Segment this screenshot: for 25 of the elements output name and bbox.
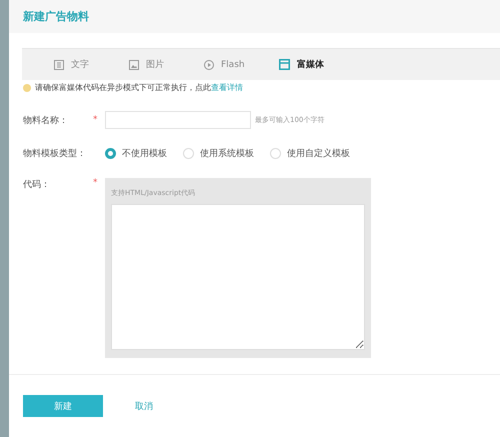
- field-label: 物料名称：: [23, 114, 69, 126]
- create-button[interactable]: 新建: [23, 395, 103, 417]
- tab[interactable]: 富媒体: [279, 58, 324, 71]
- image-icon: [129, 60, 139, 70]
- text-icon: [54, 60, 64, 70]
- field-label: 代码：: [23, 179, 51, 191]
- tab[interactable]: 文字: [54, 58, 99, 71]
- radio-button[interactable]: [105, 148, 116, 159]
- radio-option[interactable]: 使用系统模板: [183, 147, 254, 160]
- details-link[interactable]: 查看详情: [211, 83, 243, 92]
- radio-option[interactable]: 不使用模板: [105, 147, 167, 160]
- required-mark: *: [93, 178, 98, 188]
- play-icon: [204, 60, 214, 70]
- notice-text: 请确保富媒体代码在异步模式下可正常执行，点此查看详情: [35, 82, 243, 93]
- field-label: 物料模板类型：: [23, 148, 87, 160]
- tab[interactable]: Flash: [204, 60, 249, 70]
- cancel-button[interactable]: 取消: [135, 400, 153, 412]
- name-input[interactable]: [105, 111, 251, 129]
- code-textarea[interactable]: [111, 204, 365, 350]
- dialog-title: 新建广告物料: [23, 9, 89, 24]
- tab[interactable]: 图片: [129, 58, 174, 71]
- window-icon: [279, 59, 290, 70]
- required-mark: *: [93, 115, 98, 125]
- info-icon: [23, 84, 31, 92]
- radio-option[interactable]: 使用自定义模板: [270, 147, 350, 160]
